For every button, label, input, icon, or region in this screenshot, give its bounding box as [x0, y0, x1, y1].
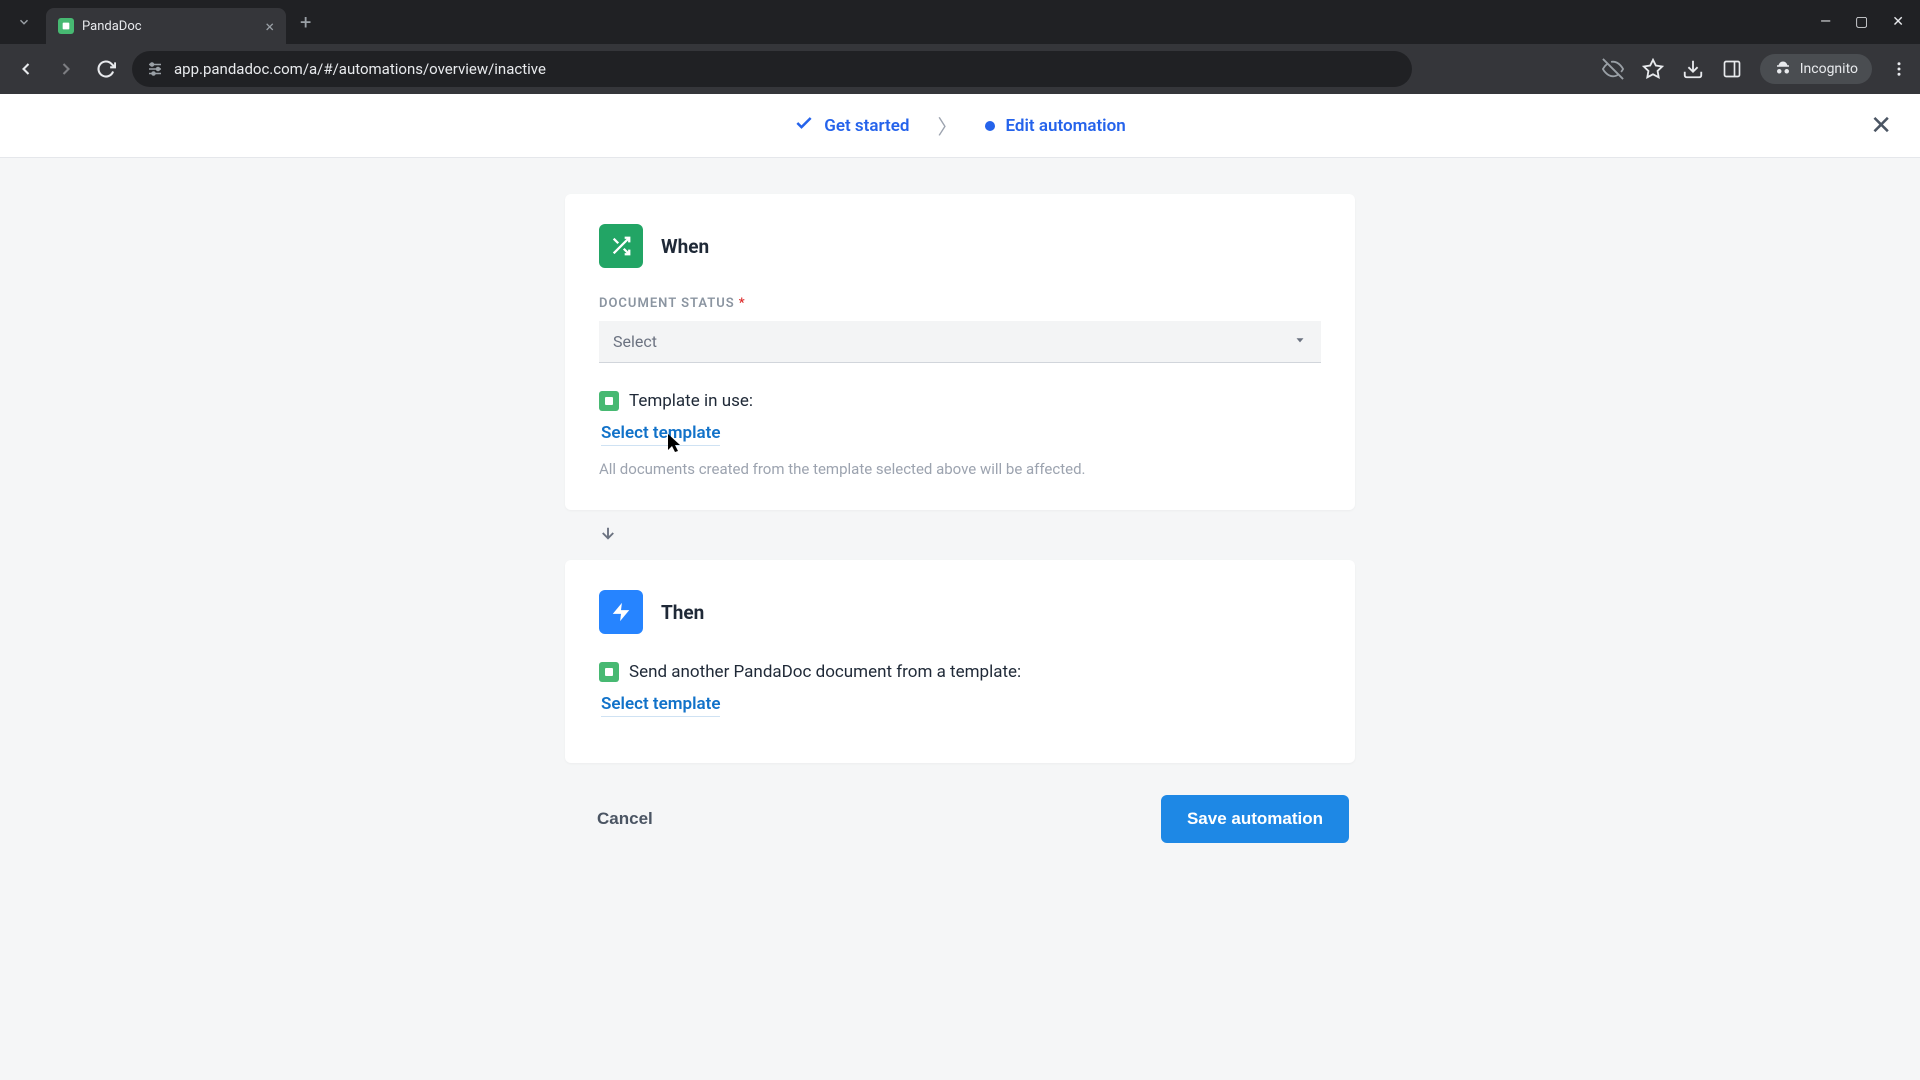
eye-off-icon[interactable]: [1602, 58, 1624, 80]
wizard-actions: Cancel Save automation: [565, 795, 1355, 843]
select-template-link-then[interactable]: Select template: [601, 694, 720, 717]
forward-button[interactable]: [52, 55, 80, 83]
page-content: Get started 〉 Edit automation ✕ When DOC…: [0, 94, 1920, 1080]
check-icon: [794, 113, 814, 138]
browser-menu-icon[interactable]: [1890, 60, 1908, 78]
then-title: Then: [661, 601, 704, 624]
save-automation-button[interactable]: Save automation: [1161, 795, 1349, 843]
template-in-use-label: Template in use:: [629, 391, 753, 411]
minimize-icon[interactable]: —: [1820, 14, 1831, 30]
bookmark-star-icon[interactable]: [1642, 58, 1664, 80]
flow-arrow: [565, 510, 1355, 560]
when-card: When DOCUMENT STATUS* Select Template in…: [565, 194, 1355, 510]
cancel-button[interactable]: Cancel: [571, 795, 679, 843]
step-separator-icon: 〉: [937, 111, 957, 140]
pandadoc-favicon: [58, 18, 74, 34]
when-shuffle-icon: [599, 224, 643, 268]
address-bar[interactable]: app.pandadoc.com/a/#/automations/overvie…: [132, 51, 1412, 87]
close-wizard-button[interactable]: ✕: [1870, 111, 1892, 141]
step-label: Edit automation: [1005, 116, 1125, 136]
pandadoc-badge-icon: [599, 662, 619, 682]
incognito-badge[interactable]: Incognito: [1760, 54, 1872, 84]
arrow-down-icon: [599, 524, 617, 542]
step-active-dot-icon: [985, 121, 995, 131]
tab-close-icon[interactable]: ×: [265, 17, 274, 36]
window-controls: — ▢ ✕: [1820, 14, 1912, 30]
step-get-started[interactable]: Get started: [794, 113, 909, 138]
step-edit-automation[interactable]: Edit automation: [985, 116, 1125, 136]
tab-search-dropdown[interactable]: [8, 6, 40, 38]
downloads-icon[interactable]: [1682, 58, 1704, 80]
maximize-icon[interactable]: ▢: [1855, 14, 1868, 30]
back-button[interactable]: [12, 55, 40, 83]
template-hint: All documents created from the template …: [599, 460, 1321, 478]
incognito-label: Incognito: [1800, 61, 1858, 77]
select-template-link-when[interactable]: Select template: [601, 423, 720, 446]
browser-tab[interactable]: PandaDoc ×: [46, 8, 286, 44]
chevron-down-icon: [1293, 332, 1307, 351]
url-text: app.pandadoc.com/a/#/automations/overvie…: [174, 60, 546, 78]
then-action-label: Send another PandaDoc document from a te…: [629, 662, 1021, 682]
new-tab-button[interactable]: +: [300, 10, 311, 34]
step-label: Get started: [824, 116, 909, 136]
reload-button[interactable]: [92, 55, 120, 83]
select-placeholder: Select: [613, 332, 657, 351]
when-title: When: [661, 235, 709, 258]
site-settings-icon[interactable]: [146, 60, 164, 78]
browser-tab-strip: PandaDoc × + — ▢ ✕: [0, 0, 1920, 44]
close-window-icon[interactable]: ✕: [1892, 14, 1904, 30]
wizard-body: When DOCUMENT STATUS* Select Template in…: [0, 158, 1920, 1080]
side-panel-icon[interactable]: [1722, 59, 1742, 79]
document-status-label: DOCUMENT STATUS*: [599, 296, 1321, 311]
document-status-select[interactable]: Select: [599, 321, 1321, 363]
tab-title: PandaDoc: [82, 19, 257, 34]
wizard-header: Get started 〉 Edit automation ✕: [0, 94, 1920, 158]
pandadoc-badge-icon: [599, 391, 619, 411]
then-card: Then Send another PandaDoc document from…: [565, 560, 1355, 763]
then-lightning-icon: [599, 590, 643, 634]
browser-toolbar: app.pandadoc.com/a/#/automations/overvie…: [0, 44, 1920, 94]
